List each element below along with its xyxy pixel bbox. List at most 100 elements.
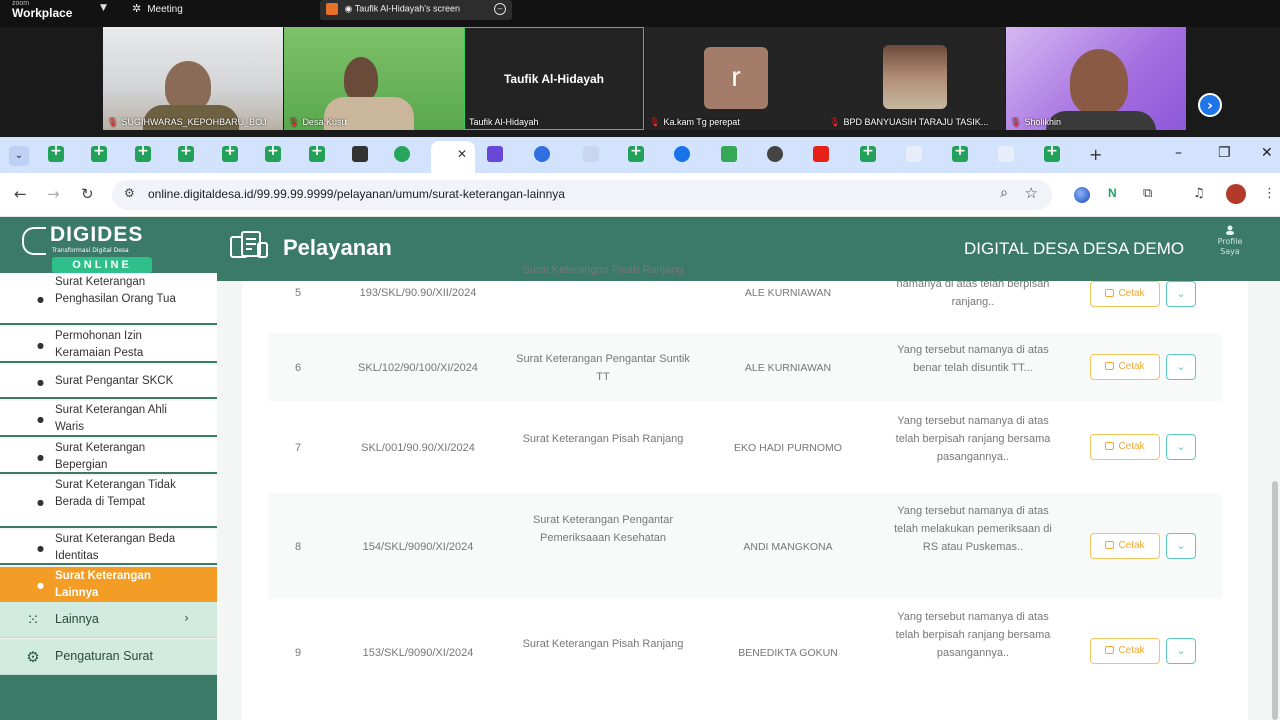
- participant-tile[interactable]: r 🎙 Ka.kam Tg perepat: [645, 27, 825, 130]
- sidebar-menu-pengaturan[interactable]: ⚙ Pengaturan Surat: [0, 639, 217, 675]
- participant-name: 🎙 Ka.kam Tg perepat: [649, 117, 740, 128]
- url-text[interactable]: online.digitaldesa.id/99.99.99.9999/pela…: [148, 187, 565, 201]
- extensions-puzzle-icon[interactable]: ⧉: [1143, 186, 1152, 201]
- next-participants-icon[interactable]: ›: [1198, 93, 1222, 117]
- participant-video: [344, 57, 378, 101]
- tab-forms-icon[interactable]: [487, 146, 503, 162]
- cell-keterangan: Yang tersebut namanya di atas telah berp…: [895, 611, 1051, 659]
- zoom-brand[interactable]: zoom Workplace: [12, 0, 72, 19]
- row-dropdown-button[interactable]: ⌄: [1166, 354, 1196, 380]
- meeting-icon: ✲: [132, 3, 142, 15]
- tab-sheets-icon[interactable]: [309, 143, 325, 162]
- row-dropdown-button[interactable]: ⌄: [1166, 638, 1196, 664]
- stop-share-icon[interactable]: –: [494, 3, 506, 15]
- sidebar-item-bepergian[interactable]: ● Surat Keterangan Bepergian: [0, 439, 217, 474]
- media-control-icon[interactable]: ♫: [1193, 186, 1205, 201]
- window-close-icon[interactable]: ✕: [1261, 145, 1273, 161]
- print-button[interactable]: Cetak: [1090, 281, 1160, 307]
- sidebar-item-label: Surat Keterangan Penghasilan Orang Tua: [55, 276, 176, 305]
- tab-sheets-icon[interactable]: [860, 143, 876, 162]
- profile-menu[interactable]: Profile Saya: [1208, 225, 1252, 257]
- bullet-icon: ●: [37, 415, 44, 424]
- cell-jenis-surat: Surat Keterangan Pisah Ranjang: [522, 264, 684, 276]
- tab-sheets-icon[interactable]: [222, 143, 238, 162]
- sidebar-item-penghasilan[interactable]: ● Surat Keterangan Penghasilan Orang Tua: [0, 273, 217, 325]
- tab-zoom-icon[interactable]: [534, 146, 550, 162]
- tab-blank-icon[interactable]: [906, 146, 922, 162]
- zoom-brand-name: Workplace: [12, 6, 73, 20]
- cell-nomor-surat: 153/SKL/9090/XI/2024: [362, 647, 474, 659]
- participant-tile[interactable]: 🎙 BPD BANYUASIH TARAJU TASIK...: [825, 27, 1005, 130]
- cell-no: 8: [294, 541, 302, 553]
- bullet-icon: ●: [37, 341, 44, 350]
- print-label: Cetak: [1118, 540, 1145, 551]
- tab-app-icon[interactable]: [352, 146, 368, 162]
- reload-icon[interactable]: ↻: [81, 185, 94, 203]
- tab-globe-icon[interactable]: [767, 146, 783, 162]
- profile-avatar[interactable]: [1226, 184, 1246, 204]
- tab-web-icon[interactable]: [674, 146, 690, 162]
- new-tab-icon[interactable]: +: [1089, 145, 1102, 164]
- sidebar-item-beda-identitas[interactable]: ● Surat Keterangan Beda Identitas: [0, 530, 217, 565]
- participant-tile[interactable]: 🎙 Desa Kusu: [284, 27, 464, 130]
- table-row: 8 154/SKL/9090/XI/2024 Surat Keterangan …: [268, 493, 1222, 599]
- bullet-icon: ●: [37, 295, 44, 304]
- tab-youtube-icon[interactable]: [813, 146, 829, 162]
- extension-icon[interactable]: [1074, 187, 1090, 203]
- zoom-icon[interactable]: ⌕: [1000, 185, 1008, 201]
- tab-sheets-icon[interactable]: [178, 143, 194, 162]
- participant-tile[interactable]: 🎙 SUGIHWARAS_KEPOHBARU_BOJ: [103, 27, 283, 130]
- bookmark-star-icon[interactable]: ☆: [1025, 184, 1038, 202]
- more-menu-icon[interactable]: ⋮: [1263, 186, 1276, 201]
- participant-name: 🎙 BPD BANYUASIH TARAJU TASIK...: [829, 117, 988, 128]
- tab-active[interactable]: ✕: [431, 141, 475, 173]
- participant-tile[interactable]: 🎙 Sholikhin: [1006, 27, 1186, 130]
- tab-blank-icon[interactable]: [998, 146, 1014, 162]
- tab-meet-icon[interactable]: [721, 146, 737, 162]
- print-button[interactable]: Cetak: [1090, 533, 1160, 559]
- close-icon[interactable]: ✕: [457, 147, 467, 161]
- screen-share-indicator[interactable]: ◉ Taufik Al-Hidayah's screen –: [320, 0, 512, 20]
- minimize-icon[interactable]: –: [1175, 145, 1182, 161]
- meeting-tab[interactable]: ✲ Meeting: [132, 2, 183, 15]
- sidebar-item-lainnya-active[interactable]: ● Surat Keterangan Lainnya: [0, 567, 217, 602]
- sidebar-menu-lainnya[interactable]: ⁙ Lainnya ›: [0, 602, 217, 638]
- print-button[interactable]: Cetak: [1090, 354, 1160, 380]
- tab-sheets-icon[interactable]: [1044, 143, 1060, 162]
- tab-sheets-icon[interactable]: [952, 143, 968, 162]
- row-dropdown-button[interactable]: ⌄: [1166, 281, 1196, 307]
- sidebar-item-ahli-waris[interactable]: ● Surat Keterangan Ahli Waris: [0, 401, 217, 437]
- tab-chat-icon[interactable]: [394, 146, 410, 162]
- page-scrollbar[interactable]: [1272, 481, 1278, 720]
- tab-sheets-icon[interactable]: [91, 143, 107, 162]
- participant-tile-active-speaker[interactable]: Taufik Al-Hidayah Taufik Al-Hidayah: [464, 27, 644, 130]
- site-info-icon[interactable]: ⚙: [124, 186, 135, 200]
- forward-icon[interactable]: →: [47, 185, 60, 203]
- chevron-down-icon[interactable]: ▼: [100, 3, 107, 13]
- cell-nama: ALE KURNIAWAN: [744, 362, 832, 374]
- row-dropdown-button[interactable]: ⌄: [1166, 434, 1196, 460]
- back-icon[interactable]: ←: [14, 185, 27, 203]
- print-label: Cetak: [1118, 645, 1145, 656]
- tab-sheets-icon[interactable]: [135, 143, 151, 162]
- tab-sheets-icon[interactable]: [48, 143, 64, 162]
- sidebar-item-label: Surat Keterangan Tidak Berada di Tempat: [55, 479, 176, 508]
- village-name: DIGITAL DESA DESA DEMO: [964, 239, 1185, 258]
- browser-toolbar: ← → ↻ ⚙ online.digitaldesa.id/99.99.99.9…: [0, 173, 1280, 217]
- sidebar-item-label: Surat Pengantar SKCK: [55, 375, 174, 387]
- sidebar-item-izin-keramaian[interactable]: ● Permohonan Izin Keramaian Pesta: [0, 327, 217, 363]
- participant-center-name: Taufik Al-Hidayah: [503, 72, 604, 86]
- print-button[interactable]: Cetak: [1090, 434, 1160, 460]
- tab-sheets-icon[interactable]: [628, 143, 644, 162]
- sidebar-item-skck[interactable]: ● Surat Pengantar SKCK: [0, 365, 217, 399]
- row-dropdown-button[interactable]: ⌄: [1166, 533, 1196, 559]
- participant-name-text: SUGIHWARAS_KEPOHBARU_BOJ: [121, 117, 267, 127]
- restore-icon[interactable]: ❐: [1218, 145, 1231, 161]
- print-button[interactable]: Cetak: [1090, 638, 1160, 664]
- sidebar-item-tidak-berada[interactable]: ● Surat Keterangan Tidak Berada di Tempa…: [0, 476, 217, 528]
- tab-sheets-icon[interactable]: [265, 143, 281, 162]
- tab-doc-icon[interactable]: [583, 146, 599, 162]
- tab-search-icon[interactable]: ⌄: [9, 146, 29, 166]
- extension-n-icon[interactable]: N: [1108, 186, 1117, 200]
- address-bar[interactable]: ⚙ online.digitaldesa.id/99.99.99.9999/pe…: [112, 180, 1052, 210]
